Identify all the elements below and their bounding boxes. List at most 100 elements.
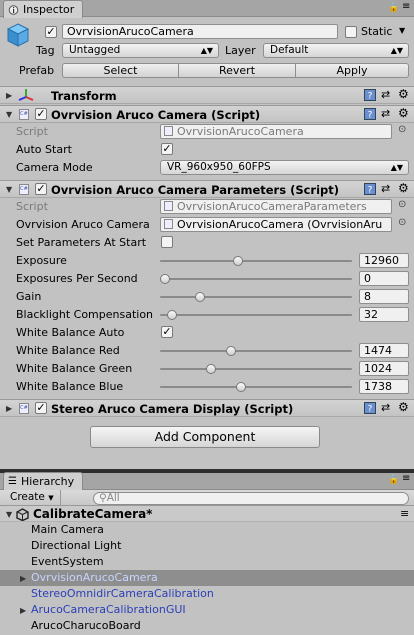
slider-value-field[interactable]: 1024 xyxy=(359,361,409,376)
preset-icon[interactable]: ⇄ xyxy=(381,88,390,101)
set-params-label: Set Parameters At Start xyxy=(16,236,147,249)
tag-label: Tag xyxy=(36,44,55,57)
lock-icon[interactable]: 🔒 xyxy=(388,3,399,13)
auto-start-label: Auto Start xyxy=(16,143,72,156)
help-icon[interactable]: ? xyxy=(364,183,376,198)
foldout-down-icon[interactable]: ▼ xyxy=(6,510,12,519)
slider-thumb[interactable] xyxy=(232,256,243,266)
gear-icon[interactable]: ⚙ xyxy=(398,106,409,120)
gear-icon[interactable]: ⚙ xyxy=(398,400,409,414)
menu-icon[interactable]: ≡ xyxy=(402,1,410,12)
slider-thumb[interactable] xyxy=(205,364,216,374)
script-icon xyxy=(164,219,173,229)
tag-dropdown[interactable]: Untagged ▲▼ xyxy=(62,43,219,58)
slider-track[interactable] xyxy=(160,386,352,388)
static-label: Static xyxy=(361,25,393,38)
preset-icon[interactable]: ⇄ xyxy=(381,107,390,120)
slider-track[interactable] xyxy=(160,296,352,298)
slider-value-field[interactable]: 0 xyxy=(359,271,409,286)
slider-value-field[interactable]: 1474 xyxy=(359,343,409,358)
tab-hierarchy-label: Hierarchy xyxy=(20,475,75,488)
layer-value: Default xyxy=(270,44,309,56)
help-icon[interactable]: ? xyxy=(364,108,376,123)
set-params-checkbox[interactable] xyxy=(161,236,173,248)
slider-value-field[interactable]: 1738 xyxy=(359,379,409,394)
foldout-right-icon[interactable]: ▶ xyxy=(6,91,12,100)
search-placeholder: All xyxy=(106,492,120,504)
object-picker-icon[interactable]: ⊙ xyxy=(398,199,406,210)
slider-thumb[interactable] xyxy=(225,346,236,356)
help-icon[interactable]: ? xyxy=(364,89,376,104)
prefab-revert-button[interactable]: Revert xyxy=(178,63,296,78)
slider-track[interactable] xyxy=(160,368,352,370)
add-component-button[interactable]: Add Component xyxy=(90,426,320,448)
prefab-apply-button[interactable]: Apply xyxy=(295,63,409,78)
hierarchy-item-label: StereoOmnidirCameraCalibration xyxy=(31,587,214,600)
preset-icon[interactable]: ⇄ xyxy=(381,401,390,414)
help-icon[interactable]: ? xyxy=(364,402,376,417)
scene-menu-icon[interactable]: ≡ xyxy=(400,507,409,520)
slider-thumb[interactable] xyxy=(236,382,247,392)
slider-thumb[interactable] xyxy=(194,292,205,302)
aruco-ref-field[interactable]: OvrvisionArucoCamera (OvrvisionAru xyxy=(160,217,392,232)
gear-icon[interactable]: ⚙ xyxy=(398,181,409,195)
script-icon xyxy=(164,201,173,211)
gameobject-name-field[interactable]: OvrvisionArucoCamera xyxy=(62,24,338,39)
tab-inspector[interactable]: Inspector xyxy=(3,0,84,18)
slider-thumb[interactable] xyxy=(167,310,178,320)
prefab-label: Prefab xyxy=(19,64,55,77)
tab-hierarchy[interactable]: ☰ Hierarchy xyxy=(3,472,84,490)
slider-value-field[interactable]: 32 xyxy=(359,307,409,322)
hierarchy-search-input[interactable]: ⚲All xyxy=(93,492,409,505)
unity-scene-icon xyxy=(16,508,29,521)
slider-track[interactable] xyxy=(160,260,352,262)
hierarchy-item-label: ArucoCharucoBoard xyxy=(31,619,141,632)
create-label: Create xyxy=(10,491,45,503)
slider-track[interactable] xyxy=(160,314,352,316)
static-checkbox[interactable] xyxy=(345,26,357,38)
gear-icon[interactable]: ⚙ xyxy=(398,87,409,101)
hierarchy-item-label: ArucoCameraCalibrationGUI xyxy=(31,603,186,616)
foldout-down-icon[interactable]: ▼ xyxy=(6,110,12,119)
slider-value-field[interactable]: 8 xyxy=(359,289,409,304)
slider-track[interactable] xyxy=(160,278,352,280)
slider-value-field[interactable]: 12960 xyxy=(359,253,409,268)
foldout-down-icon[interactable]: ▼ xyxy=(6,185,12,194)
foldout-right-icon[interactable]: ▶ xyxy=(6,404,12,413)
list-icon: ☰ xyxy=(8,476,17,487)
object-picker-icon[interactable]: ⊙ xyxy=(398,124,406,135)
svg-text:?: ? xyxy=(368,186,373,196)
gameobject-cube-icon xyxy=(6,23,30,47)
tab-inspector-label: Inspector xyxy=(23,3,75,16)
aruco-camera-title: Ovrvision Aruco Camera (Script) xyxy=(51,108,261,122)
camera-mode-dropdown[interactable]: VR_960x950_60FPS ▲▼ xyxy=(160,160,409,175)
stereo-title: Stereo Aruco Camera Display (Script) xyxy=(51,402,294,416)
auto-start-checkbox[interactable]: ✓ xyxy=(161,143,173,155)
params-enabled-checkbox[interactable]: ✓ xyxy=(35,183,47,195)
object-picker-icon[interactable]: ⊙ xyxy=(398,217,406,228)
foldout-right-icon[interactable]: ▶ xyxy=(20,574,26,583)
chevron-down-icon: ▲▼ xyxy=(200,46,213,55)
preset-icon[interactable]: ⇄ xyxy=(381,182,390,195)
static-dropdown-arrow[interactable]: ▼ xyxy=(399,26,405,35)
wb-auto-checkbox[interactable]: ✓ xyxy=(161,326,173,338)
lock-icon[interactable]: 🔒 xyxy=(388,475,399,485)
slider-thumb[interactable] xyxy=(160,274,170,284)
slider-label: Exposure xyxy=(16,254,67,267)
layer-dropdown[interactable]: Default ▲▼ xyxy=(263,43,409,58)
foldout-right-icon[interactable]: ▶ xyxy=(20,606,26,615)
transform-axes-icon xyxy=(18,89,34,101)
create-dropdown[interactable]: Create ▼ xyxy=(4,490,61,506)
aruco-camera-enabled-checkbox[interactable]: ✓ xyxy=(35,108,47,120)
gameobject-active-checkbox[interactable]: ✓ xyxy=(45,26,57,38)
menu-icon[interactable]: ≡ xyxy=(402,473,410,484)
wb-auto-label: White Balance Auto xyxy=(16,326,125,339)
script-field: OvrvisionArucoCamera xyxy=(160,124,392,139)
prefab-select-button[interactable]: Select xyxy=(62,63,179,78)
stereo-enabled-checkbox[interactable]: ✓ xyxy=(35,402,47,414)
script-field-value: OvrvisionArucoCamera xyxy=(177,125,304,138)
tag-value: Untagged xyxy=(69,44,121,56)
chevron-down-icon: ▼ xyxy=(48,494,54,502)
slider-track[interactable] xyxy=(160,350,352,352)
params-title: Ovrvision Aruco Camera Parameters (Scrip… xyxy=(51,183,340,197)
